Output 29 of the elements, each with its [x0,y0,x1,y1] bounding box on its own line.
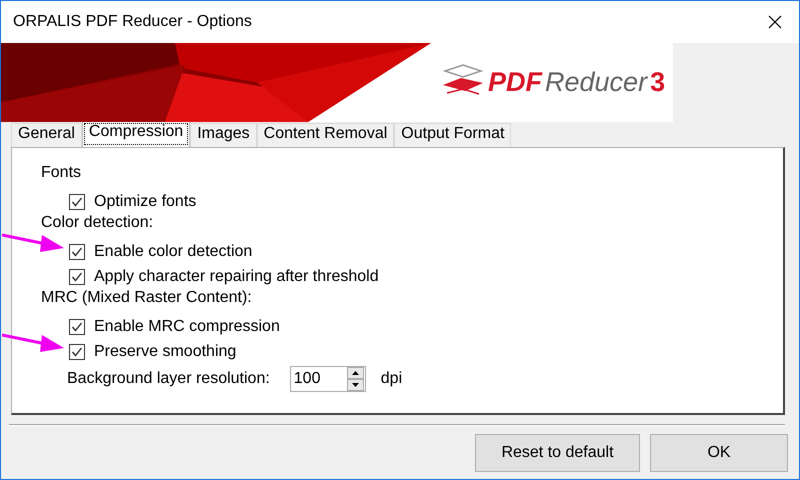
checkbox[interactable] [69,344,85,360]
section-heading: Fonts [41,163,82,183]
checkbox-label: Optimize fonts [94,192,196,210]
logo-brand: PDF [488,67,542,98]
spin-arrows-icon[interactable] [346,367,364,391]
logo-version: 3 [650,67,666,98]
dialog-button[interactable]: Reset to default [475,434,640,472]
checkbox[interactable] [69,268,85,284]
checkbox-label: Enable color detection [94,242,252,260]
section-heading: Color detection: [41,213,154,233]
tab[interactable]: Content Removal [256,123,394,147]
window-title: ORPALIS PDF Reducer - Options [13,13,252,31]
tab[interactable]: Images [190,123,257,147]
dialog-button[interactable]: OK [650,434,788,472]
resolution-label: Background layer resolution: [67,370,270,388]
close-icon[interactable] [767,14,783,30]
section-heading: MRC (Mixed Raster Content): [41,288,253,308]
tab[interactable]: Output Format [394,123,512,147]
checkbox-label: Preserve smoothing [94,342,236,360]
logo-name: Reducer [545,67,648,98]
checkbox[interactable] [69,244,85,260]
unit-label: dpi [380,370,402,388]
resolution-spinner[interactable]: 100 [290,366,366,392]
checkbox-label: Enable MRC compression [94,318,280,336]
checkbox-label: Apply character repairing after threshold [94,268,379,286]
checkbox[interactable] [69,318,85,334]
tab[interactable]: Compression [82,121,190,147]
checkbox[interactable] [69,194,85,210]
tab[interactable]: General [11,123,82,147]
